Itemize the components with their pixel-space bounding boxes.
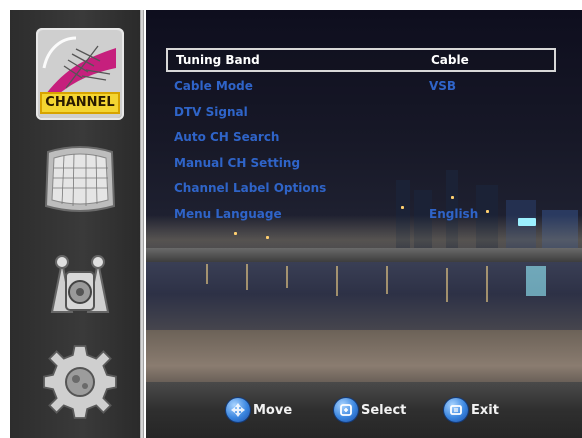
menu-item-auto-ch-search[interactable]: Auto CH Search xyxy=(166,126,552,148)
sidebar-item-picture[interactable] xyxy=(38,140,122,220)
menu-item-label: Channel Label Options xyxy=(174,181,327,195)
menu-item-menu-language[interactable]: Menu Language English xyxy=(166,203,552,225)
menu-item-label: Manual CH Setting xyxy=(174,156,301,170)
channel-settings-menu: Tuning Band Cable Cable Mode VSB DTV Sig… xyxy=(146,10,582,240)
select-hint: Select xyxy=(334,398,406,422)
gear-icon xyxy=(43,345,117,419)
picture-screen-icon xyxy=(44,146,116,212)
menu-item-label: Auto CH Search xyxy=(174,130,280,144)
move-arrows-icon xyxy=(226,398,250,422)
menu-item-label: Cable Mode xyxy=(174,79,253,93)
sidebar-item-setup[interactable] xyxy=(38,340,122,420)
menu-item-value: Cable xyxy=(431,53,469,67)
menu-item-label: Menu Language xyxy=(174,207,282,221)
select-enter-icon xyxy=(334,398,358,422)
exit-menu-icon xyxy=(444,398,468,422)
menu-sidebar: CHANNEL xyxy=(10,10,144,438)
tv-menu-screen: CHANNEL Tuning Band Cable Cable Mode VSB… xyxy=(0,0,582,438)
exit-hint: Exit xyxy=(444,398,499,422)
menu-item-cable-mode[interactable]: Cable Mode VSB xyxy=(166,75,552,97)
menu-panel: Tuning Band Cable Cable Mode VSB DTV Sig… xyxy=(146,10,582,438)
menu-item-value: VSB xyxy=(429,79,457,93)
menu-item-channel-label-options[interactable]: Channel Label Options xyxy=(166,177,552,199)
menu-item-dtv-signal[interactable]: DTV Signal xyxy=(166,101,552,123)
exit-label: Exit xyxy=(471,402,499,418)
speaker-icon xyxy=(50,255,110,313)
sidebar-item-audio[interactable] xyxy=(38,242,122,322)
menu-item-label: DTV Signal xyxy=(174,105,248,119)
menu-item-tuning-band[interactable]: Tuning Band Cable xyxy=(166,48,556,72)
select-label: Select xyxy=(361,402,407,418)
sidebar-item-channel[interactable]: CHANNEL xyxy=(36,28,124,120)
channel-badge-label: CHANNEL xyxy=(40,92,120,114)
menu-item-label: Tuning Band xyxy=(176,53,260,67)
menu-item-manual-ch-setting[interactable]: Manual CH Setting xyxy=(166,152,552,174)
move-label: Move xyxy=(253,402,293,418)
menu-item-value: English xyxy=(429,207,479,221)
navigation-hint-bar: Move Select Exit xyxy=(146,382,582,438)
move-hint: Move xyxy=(226,398,292,422)
